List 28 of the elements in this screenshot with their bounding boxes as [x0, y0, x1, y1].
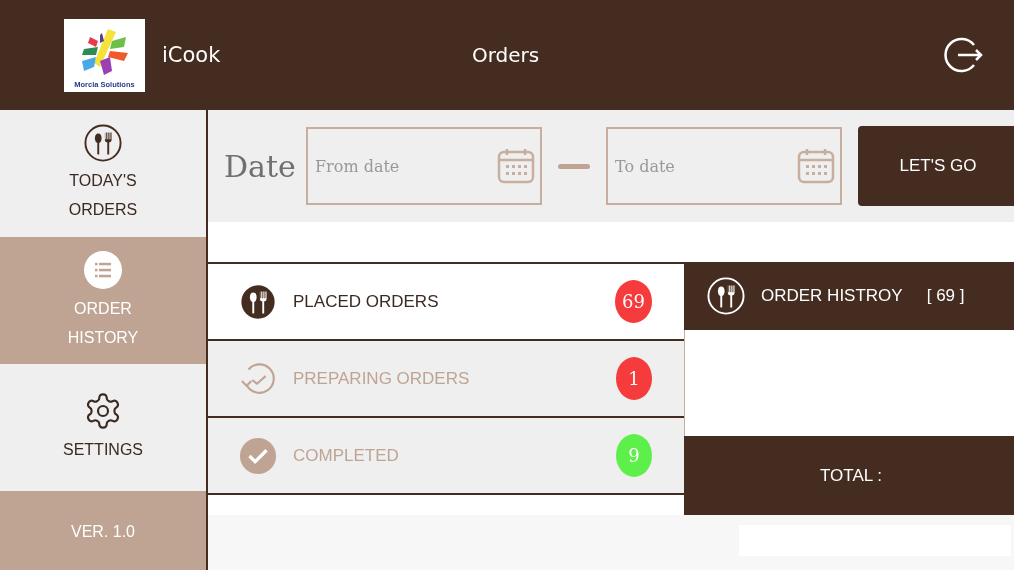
history-count: [ 69 ] [926, 286, 965, 306]
sidebar-item[interactable]: TODAY'S ORDERS [0, 110, 206, 237]
app-name: iCook [162, 43, 222, 67]
version-label: VER. 1.0 [71, 523, 135, 542]
count-badge: 9 [616, 434, 652, 477]
calendar-icon[interactable] [496, 146, 536, 186]
range-dash [558, 163, 590, 169]
cutlery-icon [239, 282, 277, 321]
status-label: PLACED ORDERS [293, 291, 440, 312]
total-label: TOTAL : [819, 465, 882, 486]
status-label: COMPLETED [293, 445, 400, 466]
count-badge: 69 [615, 280, 652, 323]
status-label: PREPARING ORDERS [293, 368, 471, 389]
logout-icon[interactable] [944, 35, 984, 75]
list-icon [83, 249, 123, 290]
status-row[interactable]: PREPARING ORDERS 1 [208, 341, 684, 418]
calendar-icon[interactable] [796, 146, 836, 186]
count-badge: 1 [616, 357, 652, 400]
check-icon [239, 436, 277, 475]
sidebar-item[interactable]: SETTINGS [0, 364, 206, 491]
page-title: Orders [472, 43, 541, 67]
cutlery-icon [707, 277, 745, 315]
history-title: ORDER HISTROY [761, 286, 903, 306]
date-label: Date [224, 148, 297, 184]
lets-go-button[interactable]: LET'S GO [858, 126, 1014, 206]
to-date-field[interactable]: To date [606, 127, 842, 205]
cutlery-icon [84, 123, 122, 162]
from-date-field[interactable]: From date [306, 127, 542, 205]
